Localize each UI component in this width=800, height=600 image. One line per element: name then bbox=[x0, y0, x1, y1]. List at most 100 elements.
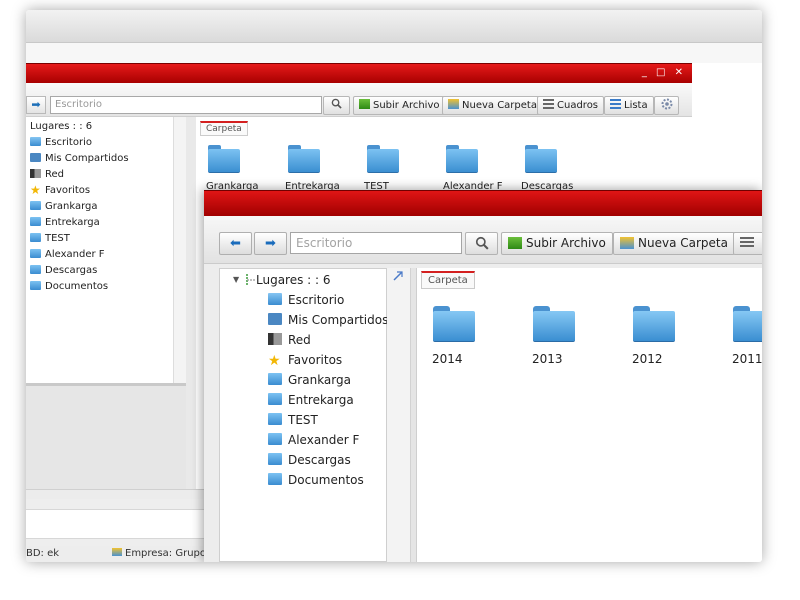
folder-label: 2014 bbox=[432, 352, 463, 366]
tree-item-favoritos[interactable]: ★ Favoritos bbox=[268, 353, 342, 368]
back-window-title-bar[interactable]: _ □ ✕ bbox=[26, 63, 692, 83]
folder-icon bbox=[268, 413, 282, 425]
search-input[interactable]: Escritorio bbox=[290, 232, 462, 254]
back-lower-panel bbox=[26, 383, 186, 489]
tree-item-mis-compartidos[interactable]: Mis Compartidos bbox=[30, 153, 129, 164]
new-folder-label: Nueva Carpeta bbox=[462, 100, 537, 111]
upload-button[interactable]: Subir Archivo bbox=[501, 232, 613, 255]
folder-icon bbox=[30, 281, 41, 290]
upload-icon bbox=[508, 237, 522, 249]
folder-icon bbox=[30, 217, 41, 226]
folder-icon bbox=[268, 473, 282, 485]
search-icon bbox=[475, 236, 489, 250]
folder-icon bbox=[30, 249, 41, 258]
forward-button[interactable]: ➡ bbox=[26, 96, 46, 114]
folder-label: 2013 bbox=[532, 352, 563, 366]
star-icon: ★ bbox=[268, 353, 281, 369]
folder-label: 2011 bbox=[732, 352, 762, 366]
tree-item-escritorio[interactable]: Escritorio bbox=[268, 293, 344, 307]
company-icon bbox=[112, 548, 122, 556]
folder-alexander-f[interactable] bbox=[446, 143, 478, 173]
places-header: Lugares : : 6 bbox=[256, 273, 331, 287]
tree-item-escritorio[interactable]: Escritorio bbox=[30, 137, 92, 148]
collapse-icon[interactable] bbox=[393, 271, 403, 281]
list-label: Lista bbox=[624, 100, 648, 111]
folder-label: 2012 bbox=[632, 352, 663, 366]
list-icon bbox=[610, 99, 621, 109]
tiles-icon bbox=[543, 99, 554, 109]
new-folder-button[interactable]: Nueva Carpeta bbox=[442, 96, 543, 115]
new-folder-button[interactable]: Nueva Carpeta bbox=[613, 232, 735, 255]
search-button[interactable] bbox=[465, 232, 498, 255]
tab-carpeta[interactable]: Carpeta bbox=[421, 271, 475, 289]
tree-item-test[interactable]: TEST bbox=[268, 413, 318, 427]
back-tree-scrollbar[interactable] bbox=[173, 117, 186, 383]
back-button[interactable]: ⬅ bbox=[219, 232, 252, 255]
tree-item-red[interactable]: Red bbox=[268, 333, 311, 347]
tiles-view-button[interactable]: Cuadros bbox=[537, 96, 605, 115]
folder-test[interactable] bbox=[367, 143, 399, 173]
search-button[interactable] bbox=[323, 96, 350, 115]
upload-label: Subir Archivo bbox=[373, 100, 440, 111]
tree-item-alexander-f[interactable]: Alexander F bbox=[30, 249, 105, 260]
tree-item-documentos[interactable]: Documentos bbox=[268, 473, 364, 487]
settings-button[interactable] bbox=[654, 96, 679, 115]
folder-icon bbox=[268, 433, 282, 445]
tree-item-descargas[interactable]: Descargas bbox=[30, 265, 97, 276]
folder-2011[interactable] bbox=[733, 304, 762, 342]
folder-grankarga[interactable] bbox=[208, 143, 240, 173]
folder-descargas[interactable] bbox=[525, 143, 557, 173]
tab-carpeta[interactable]: Carpeta bbox=[200, 121, 248, 136]
screenshot-frame: _ □ ✕ ➡ Escritorio Subir Archivo Nueva C… bbox=[26, 10, 762, 562]
new-folder-icon bbox=[620, 237, 634, 249]
monitor-icon bbox=[268, 313, 282, 325]
list-view-button[interactable]: Lista bbox=[604, 96, 654, 115]
folder-entrekarga[interactable] bbox=[288, 143, 320, 173]
tree-expand-arrow-icon[interactable]: ▼ bbox=[233, 275, 239, 284]
status-empresa: Empresa: Grupo N bbox=[112, 548, 217, 559]
tree-item-alexander-f[interactable]: Alexander F bbox=[268, 433, 359, 447]
back-splitter[interactable] bbox=[186, 117, 196, 489]
gear-icon bbox=[661, 98, 672, 110]
browser-strip bbox=[26, 43, 762, 63]
search-input[interactable]: Escritorio bbox=[50, 96, 322, 114]
places-header: Lugares : : 6 bbox=[30, 121, 93, 132]
back-window-toolbar: ➡ Escritorio Subir Archivo Nueva Carpeta… bbox=[26, 83, 692, 117]
tree-item-descargas[interactable]: Descargas bbox=[268, 453, 351, 467]
tree-item-documentos[interactable]: Documentos bbox=[30, 281, 108, 292]
front-content-panel: Carpeta 2014 2013 2012 2011 bbox=[416, 268, 762, 562]
folder-2014[interactable] bbox=[433, 304, 475, 342]
new-folder-label: Nueva Carpeta bbox=[638, 236, 728, 250]
folder-icon bbox=[268, 453, 282, 465]
tree-item-entrekarga[interactable]: Entrekarga bbox=[30, 217, 100, 228]
folder-2013[interactable] bbox=[533, 304, 575, 342]
tree-item-grankarga[interactable]: Grankarga bbox=[268, 373, 351, 387]
new-folder-icon bbox=[448, 99, 459, 109]
tree-item-entrekarga[interactable]: Entrekarga bbox=[268, 393, 354, 407]
tree-item-test[interactable]: TEST bbox=[30, 233, 70, 244]
home-folder-icon bbox=[268, 293, 282, 305]
upload-label: Subir Archivo bbox=[526, 236, 606, 250]
folder-2012[interactable] bbox=[633, 304, 675, 342]
folder-icon bbox=[30, 265, 41, 274]
tiles-icon bbox=[740, 237, 754, 249]
folder-icon bbox=[30, 201, 41, 210]
monitor-icon bbox=[30, 153, 41, 162]
tree-item-favoritos[interactable]: ★ Favoritos bbox=[30, 183, 90, 197]
upload-button[interactable]: Subir Archivo bbox=[353, 96, 446, 115]
tiles-view-button[interactable] bbox=[733, 232, 762, 255]
tree-item-mis-compartidos[interactable]: Mis Compartidos bbox=[268, 313, 388, 327]
network-icon bbox=[268, 333, 282, 345]
tree-item-red[interactable]: Red bbox=[30, 169, 64, 180]
star-icon: ★ bbox=[30, 183, 41, 197]
home-folder-icon bbox=[30, 137, 41, 146]
network-icon bbox=[30, 169, 41, 178]
front-window: ⬅ ➡ Escritorio Subir Archivo Nueva Carpe… bbox=[204, 190, 762, 562]
front-window-title-bar[interactable] bbox=[204, 190, 762, 216]
tree-item-grankarga[interactable]: Grankarga bbox=[30, 201, 97, 212]
window-controls[interactable]: _ □ ✕ bbox=[642, 67, 686, 78]
front-tree-scrollbar[interactable] bbox=[387, 268, 411, 562]
front-window-toolbar: ⬅ ➡ Escritorio Subir Archivo Nueva Carpe… bbox=[204, 216, 762, 264]
forward-button[interactable]: ➡ bbox=[254, 232, 287, 255]
status-db: BD: ek bbox=[26, 548, 60, 559]
